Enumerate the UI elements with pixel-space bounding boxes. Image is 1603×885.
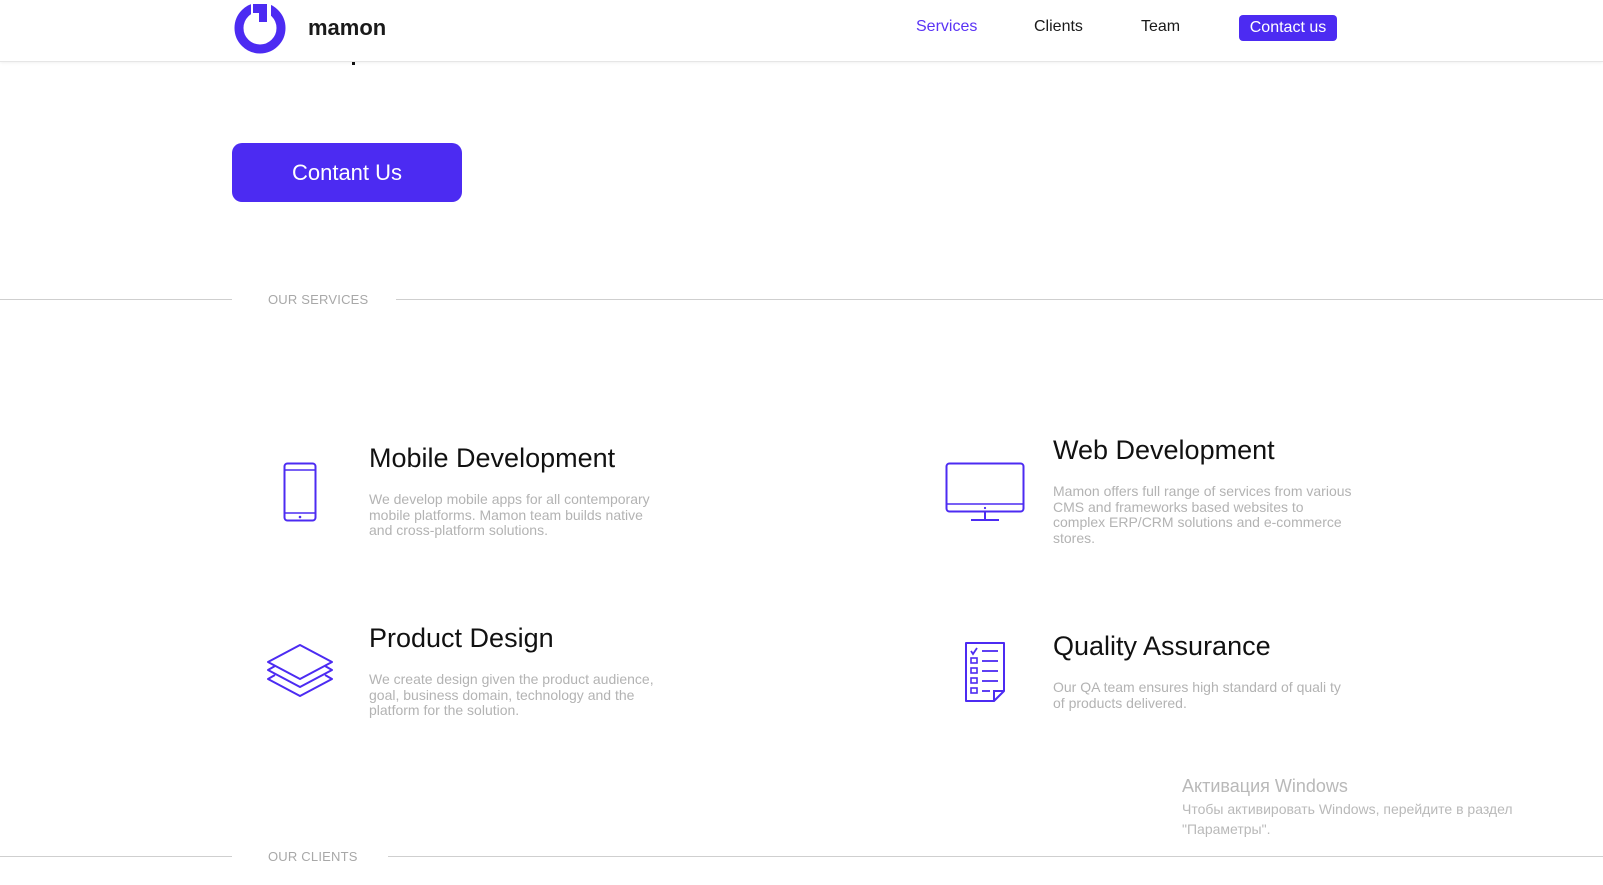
service-desc-mobile: We develop mobile apps for all contempor… bbox=[369, 491, 650, 539]
site-header: mamon Services Clients Team Contact us bbox=[0, 0, 1603, 62]
service-desc-design: We create design given the product audie… bbox=[369, 671, 654, 719]
clients-section-label: OUR CLIENTS bbox=[268, 849, 358, 864]
checklist-icon bbox=[965, 642, 1005, 702]
brand-name[interactable]: mamon bbox=[308, 15, 386, 41]
service-desc-web: Mamon offers full range of services from… bbox=[1053, 483, 1352, 546]
clients-divider-right bbox=[388, 856, 1603, 857]
service-title-design: Product Design bbox=[369, 623, 554, 653]
windows-activation-text: Чтобы активировать Windows, перейдите в … bbox=[1182, 801, 1513, 837]
service-title-web: Web Development bbox=[1053, 435, 1275, 465]
service-title-qa: Quality Assurance bbox=[1053, 631, 1271, 661]
section-divider-right bbox=[396, 299, 1603, 300]
mamon-logo-icon[interactable] bbox=[231, 0, 291, 56]
clients-divider-left bbox=[0, 856, 232, 857]
nav-contact-button[interactable]: Contact us bbox=[1239, 15, 1337, 41]
hero-contact-button[interactable]: Contant Us bbox=[232, 143, 462, 202]
nav-services-link[interactable]: Services bbox=[916, 18, 977, 36]
service-title-mobile: Mobile Development bbox=[369, 443, 616, 473]
services-section-label: OUR SERVICES bbox=[268, 292, 369, 307]
windows-activation-title: Активация Windows bbox=[1182, 776, 1348, 796]
nav-clients-link[interactable]: Clients bbox=[1034, 18, 1083, 36]
smartphone-icon bbox=[283, 462, 317, 522]
nav-team-link[interactable]: Team bbox=[1141, 18, 1180, 36]
service-desc-qa: Our QA team ensures high standard of qua… bbox=[1053, 679, 1341, 711]
section-divider-left bbox=[0, 299, 232, 300]
monitor-icon bbox=[945, 462, 1025, 521]
page: mamon Services Clients Team Contact us C… bbox=[0, 0, 1603, 885]
layers-icon bbox=[267, 644, 333, 697]
